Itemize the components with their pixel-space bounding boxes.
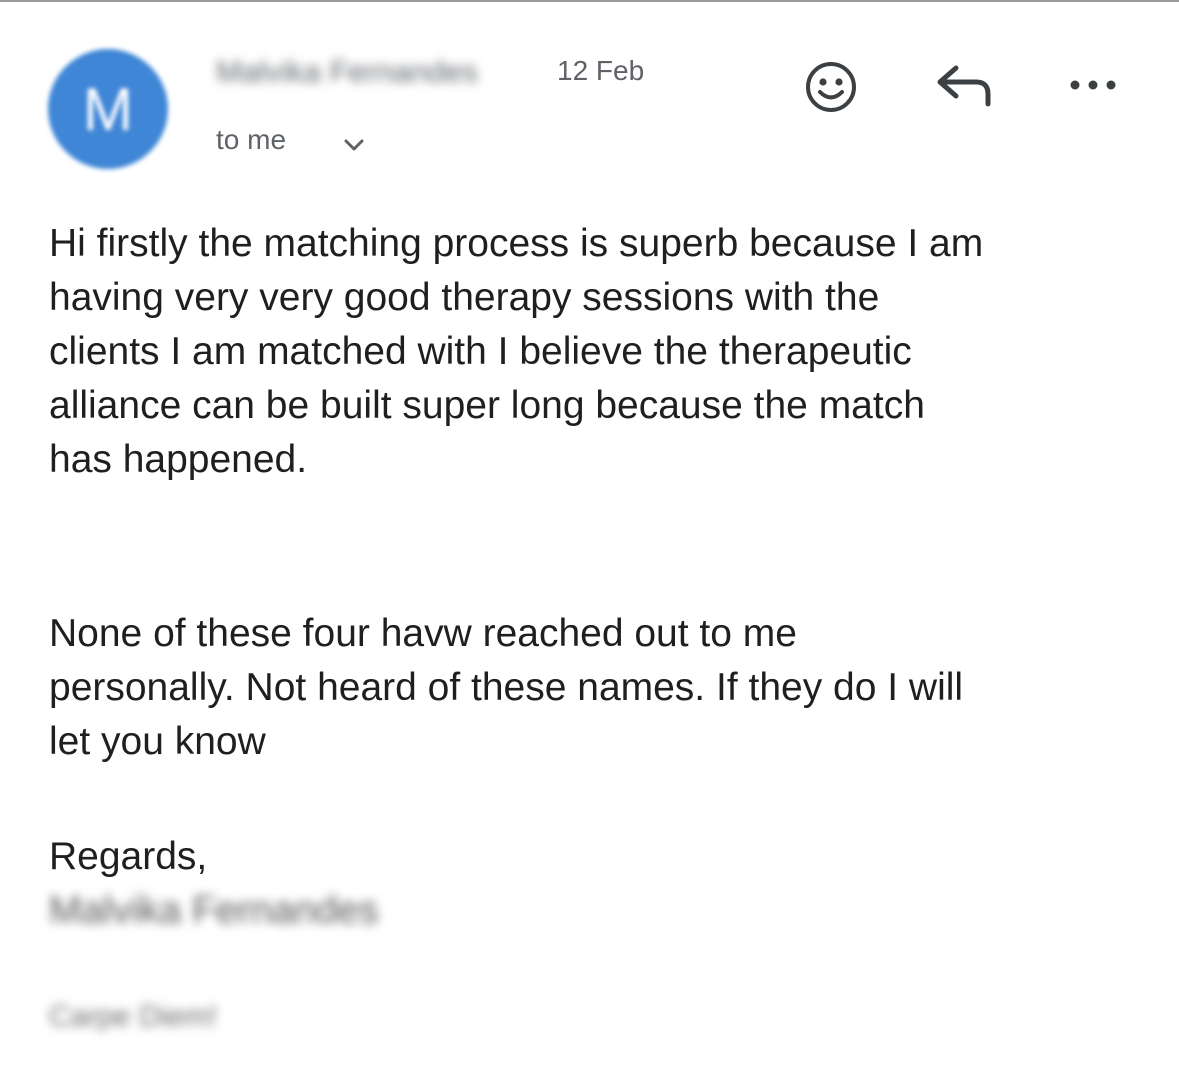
email-closing: Regards, bbox=[49, 835, 208, 878]
body-line: personally. Not heard of these names. If… bbox=[49, 666, 964, 709]
avatar-initial: M bbox=[83, 75, 133, 143]
email-body-paragraph-2: None of these four havw reached out to m… bbox=[49, 607, 963, 769]
email-body-paragraph-1: Hi firstly the matching process is super… bbox=[49, 217, 983, 487]
smiley-face-icon bbox=[806, 62, 856, 112]
add-reaction-button[interactable] bbox=[800, 56, 862, 118]
body-line: alliance can be built super long because… bbox=[49, 384, 925, 427]
body-line: having very very good therapy sessions w… bbox=[49, 276, 880, 319]
signature-tagline: Carpe Diem! bbox=[49, 1000, 218, 1033]
body-line: let you know bbox=[49, 720, 266, 763]
reply-button[interactable] bbox=[930, 58, 996, 114]
email-date: 12 Feb bbox=[557, 55, 645, 86]
sender-avatar[interactable]: M bbox=[48, 49, 168, 169]
top-divider bbox=[0, 0, 1179, 2]
more-options-button[interactable] bbox=[1062, 70, 1124, 100]
body-line: None of these four havw reached out to m… bbox=[49, 612, 797, 655]
recipient-label[interactable]: to me bbox=[216, 124, 286, 156]
reply-arrow-icon bbox=[937, 65, 991, 107]
more-options-icon bbox=[1070, 80, 1116, 90]
chevron-down-icon[interactable] bbox=[340, 133, 368, 157]
sender-name[interactable]: Malvika Fernandes bbox=[216, 54, 478, 90]
body-line: has happened. bbox=[49, 438, 308, 481]
body-line: Hi firstly the matching process is super… bbox=[49, 222, 984, 265]
body-line: clients I am matched with I believe the … bbox=[49, 330, 912, 373]
signature-name: Malvika Fernandes bbox=[49, 889, 379, 932]
